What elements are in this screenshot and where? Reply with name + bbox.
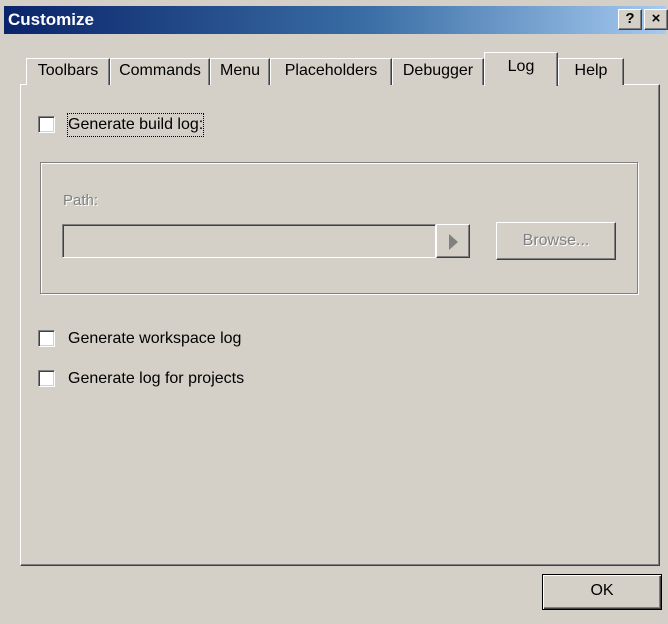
- tab-help[interactable]: Help: [558, 58, 624, 85]
- generate-log-for-projects-label[interactable]: Generate log for projects: [68, 368, 244, 390]
- checkbox-box[interactable]: [38, 330, 55, 347]
- tab-toolbars[interactable]: Toolbars: [26, 58, 110, 85]
- help-button[interactable]: ?: [618, 9, 642, 30]
- tab-commands[interactable]: Commands: [110, 58, 210, 85]
- play-arrow-icon: [449, 234, 458, 250]
- tab-debugger[interactable]: Debugger: [392, 58, 484, 85]
- tab-panel-log: [20, 84, 660, 566]
- close-button[interactable]: ×: [644, 9, 668, 30]
- path-input[interactable]: [62, 224, 436, 258]
- path-menu-button[interactable]: [436, 224, 470, 258]
- generate-workspace-log-label[interactable]: Generate workspace log: [68, 328, 241, 350]
- title-bar[interactable]: Customize ? ×: [4, 6, 668, 34]
- customize-dialog: Customize ? × Toolbars Commands Menu Pla…: [0, 0, 668, 624]
- tab-log[interactable]: Log: [484, 52, 558, 86]
- checkbox-box[interactable]: [38, 116, 55, 133]
- ok-button[interactable]: OK: [542, 574, 662, 610]
- browse-button[interactable]: Browse...: [496, 222, 616, 260]
- generate-build-log-label[interactable]: Generate build log:: [66, 113, 205, 137]
- tab-placeholders[interactable]: Placeholders: [270, 58, 392, 85]
- window-title: Customize: [8, 10, 94, 29]
- tab-menu[interactable]: Menu: [210, 58, 270, 85]
- path-label: Path:: [63, 192, 99, 209]
- checkbox-box[interactable]: [38, 370, 55, 387]
